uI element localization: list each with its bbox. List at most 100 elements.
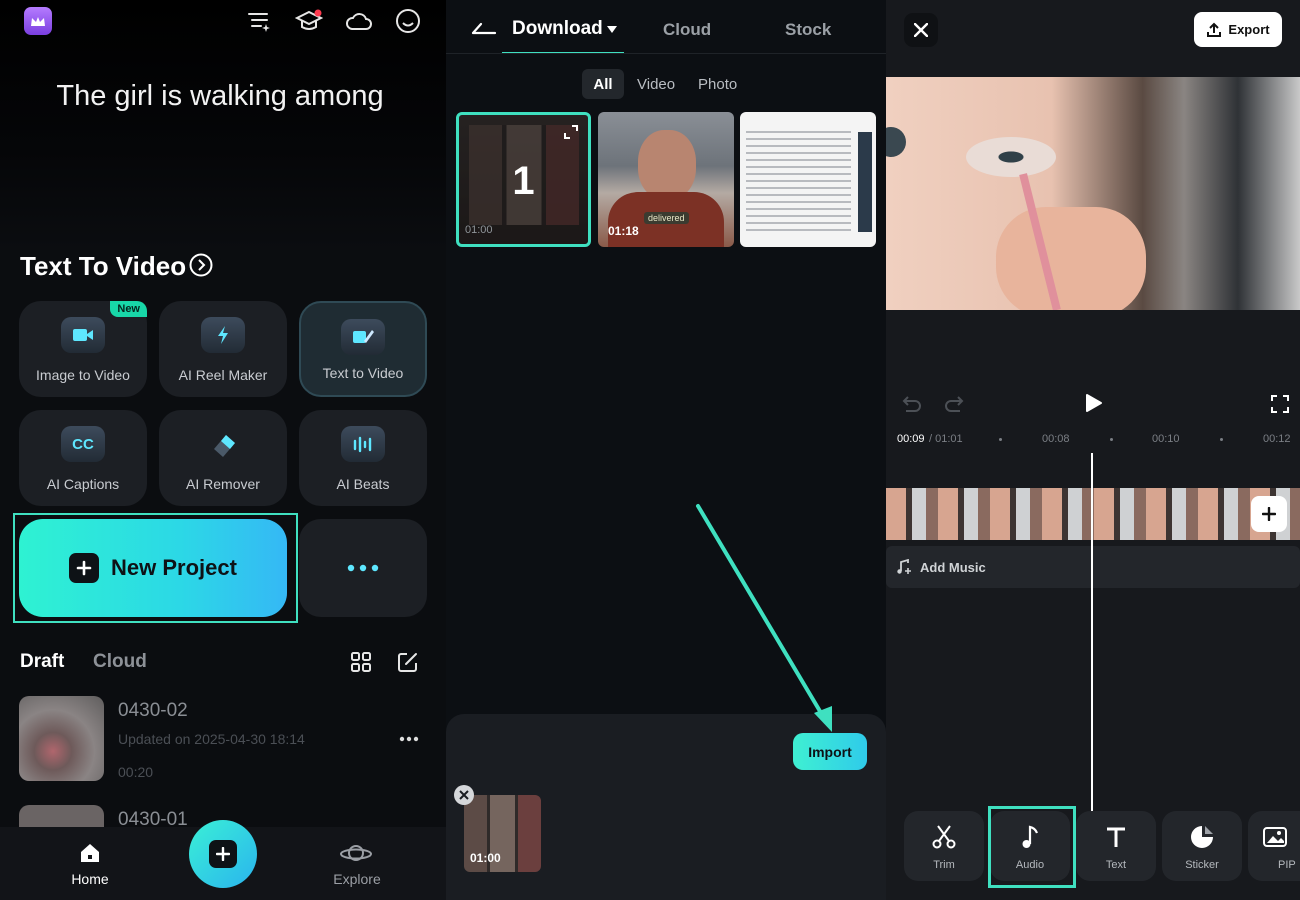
undo-icon[interactable] [900, 392, 924, 416]
draft-more-icon[interactable] [397, 730, 421, 748]
tool-text[interactable]: Text [1076, 811, 1156, 881]
draft-duration: 00:20 [118, 764, 154, 780]
profile-icon[interactable] [394, 7, 422, 35]
ruler-dot [999, 438, 1002, 441]
document-sidebar [858, 132, 872, 232]
tool-label: AI Reel Maker [178, 367, 268, 383]
caret-down-icon [606, 25, 617, 33]
tool-image-to-video[interactable]: New Image to Video [19, 301, 147, 397]
media-caption: delivered [644, 212, 689, 224]
editor-screen: Export 00:09 / 01:01 00:08 00:10 00:12 A… [886, 0, 1300, 900]
grid-view-icon[interactable] [349, 650, 373, 674]
tab-stock[interactable]: Stock [785, 20, 831, 40]
plus-square-icon [69, 553, 100, 583]
close-button[interactable] [904, 13, 938, 47]
tab-cloud-source[interactable]: Cloud [663, 20, 711, 40]
tool-ai-remover[interactable]: AI Remover [159, 410, 287, 506]
video-track[interactable] [886, 488, 1300, 540]
filter-all[interactable]: All [582, 69, 624, 99]
playhead[interactable] [1091, 453, 1093, 811]
nav-home-label[interactable]: Home [60, 871, 120, 887]
media-item-selected[interactable]: 1 01:00 [456, 112, 591, 247]
remove-clip-icon[interactable] [454, 785, 474, 805]
draft-title: 0430-02 [118, 700, 188, 721]
pen-video-icon [341, 319, 385, 355]
music-add-icon [897, 559, 911, 574]
tool-sticker[interactable]: Sticker [1162, 811, 1242, 881]
hero-prompt-text: The girl is walking among [56, 80, 384, 112]
add-clip-button[interactable] [1251, 496, 1287, 532]
home-icon[interactable] [76, 840, 104, 866]
selected-clip[interactable]: 01:00 [464, 795, 541, 872]
annotation-arrow-icon [696, 504, 832, 732]
edit-icon[interactable] [396, 650, 420, 674]
tool-label: Text [1105, 859, 1127, 871]
eraser-icon [201, 426, 245, 462]
filter-video[interactable]: Video [637, 76, 675, 93]
explore-planet-icon[interactable] [338, 840, 374, 866]
ruler-dot [1220, 438, 1223, 441]
export-label: Export [1228, 22, 1270, 37]
person-face [638, 130, 696, 200]
text-icon [1076, 823, 1156, 851]
image-to-video-icon [61, 317, 105, 353]
ruler-dot [1110, 438, 1113, 441]
play-icon[interactable] [1082, 391, 1106, 415]
premium-crown-icon[interactable] [24, 7, 52, 35]
tab-draft[interactable]: Draft [20, 651, 64, 673]
cc-icon: CC [61, 426, 105, 462]
upload-icon [1207, 22, 1222, 37]
arrow-right-circle-icon[interactable] [189, 253, 213, 277]
more-dots-icon [347, 564, 379, 572]
hand-shape [996, 207, 1146, 310]
draft-thumbnail [19, 696, 104, 781]
beats-icon [341, 426, 385, 462]
list-icon[interactable] [246, 8, 272, 34]
tab-cloud[interactable]: Cloud [93, 651, 147, 673]
fullscreen-icon[interactable] [1268, 392, 1292, 416]
media-item-document[interactable] [740, 112, 876, 247]
tool-label: Text to Video [322, 365, 404, 381]
sticker-icon [1162, 823, 1242, 851]
section-title[interactable]: Text To Video [20, 251, 186, 282]
audio-highlight [988, 806, 1076, 888]
tool-label: Image to Video [36, 367, 130, 383]
tool-ai-reel-maker[interactable]: AI Reel Maker [159, 301, 287, 397]
tool-label: Trim [933, 859, 955, 871]
media-duration: 01:00 [465, 224, 493, 236]
hero-banner[interactable] [0, 0, 446, 250]
filter-all-label: All [593, 75, 613, 93]
expand-icon[interactable] [562, 123, 580, 141]
tab-download-label: Download [512, 18, 603, 39]
filter-photo[interactable]: Photo [698, 76, 737, 93]
export-button[interactable]: Export [1194, 12, 1282, 47]
plus-icon [209, 840, 237, 868]
tool-pip[interactable]: PIP [1248, 811, 1300, 881]
tool-trim[interactable]: Trim [904, 811, 984, 881]
nav-explore-label[interactable]: Explore [326, 871, 388, 887]
add-music-label: Add Music [920, 559, 986, 575]
redo-icon[interactable] [942, 392, 966, 416]
lightning-icon [201, 317, 245, 353]
plus-icon [1262, 507, 1276, 521]
more-tools-button[interactable] [299, 519, 427, 617]
tool-ai-captions[interactable]: CC AI Captions [19, 410, 147, 506]
media-duration: 01:18 [608, 224, 639, 238]
graduation-cap-icon[interactable] [294, 7, 324, 35]
selected-clip-duration: 01:00 [470, 851, 501, 865]
create-fab[interactable] [189, 820, 257, 888]
tool-text-to-video[interactable]: Text to Video [299, 301, 427, 397]
new-project-button[interactable]: New Project [19, 519, 287, 617]
video-preview[interactable] [886, 77, 1300, 310]
add-music-track[interactable]: Add Music [886, 546, 1300, 588]
tool-ai-beats[interactable]: AI Beats [299, 410, 427, 506]
home-screen: The girl is walking among Text To Video … [0, 0, 446, 900]
cloud-icon[interactable] [344, 8, 374, 34]
close-icon [914, 23, 928, 37]
tool-label: AI Beats [336, 476, 390, 492]
draft-item[interactable]: 0430-02 Updated on 2025-04-30 18:14 00:2… [19, 696, 429, 782]
media-item[interactable]: delivered 01:18 [598, 112, 734, 247]
back-arrow-icon[interactable] [470, 18, 498, 38]
tab-download[interactable]: Download [512, 18, 617, 40]
tool-label: PIP [1278, 859, 1296, 871]
